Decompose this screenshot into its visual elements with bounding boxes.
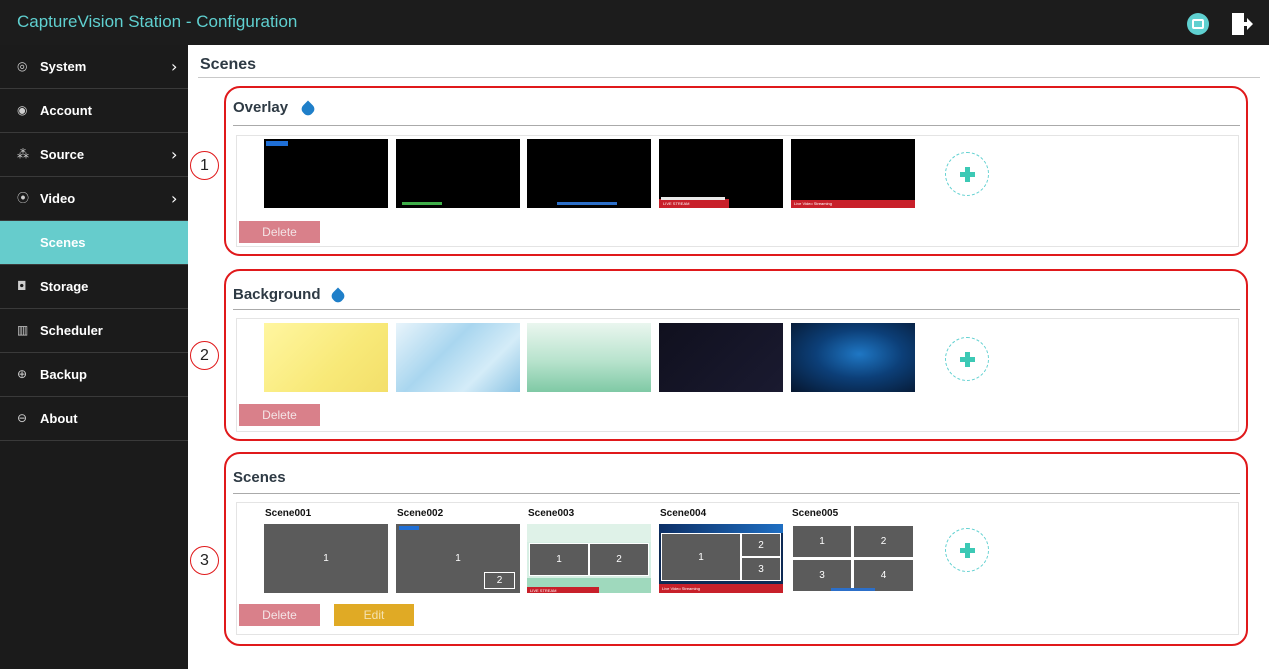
- overlay-thumbnail[interactable]: Live Video Streaming: [791, 139, 915, 208]
- scene-thumbnail[interactable]: 1: [264, 524, 388, 593]
- add-background-button[interactable]: [945, 337, 989, 381]
- sidebar-item-label: Account: [40, 103, 92, 118]
- scene-cell: 2: [589, 543, 649, 576]
- scene-caption: LIVE STREAM: [530, 588, 557, 593]
- scenes-section-title: Scenes: [233, 469, 286, 486]
- scene-cell: 2: [853, 525, 914, 558]
- delete-background-button[interactable]: Delete: [239, 404, 320, 426]
- sidebar-item-video[interactable]: ⦿ Video ›: [0, 177, 188, 221]
- scene-thumbnail[interactable]: 1 2 3 Live Video Streaming: [659, 524, 783, 593]
- background-thumbnail[interactable]: [264, 323, 388, 392]
- scene-cell: 1: [529, 543, 589, 576]
- scene-thumbnail[interactable]: 1 2 3 4: [791, 524, 915, 593]
- add-scene-button[interactable]: [945, 528, 989, 572]
- sidebar-item-storage[interactable]: ◘ Storage: [0, 265, 188, 309]
- sidebar-item-scheduler[interactable]: ▥ Scheduler: [0, 309, 188, 353]
- plus-icon: [960, 542, 975, 558]
- background-section-title: Background: [233, 286, 321, 303]
- background-thumbnail[interactable]: [527, 323, 651, 392]
- app-title: CaptureVision Station - Configuration: [17, 12, 298, 31]
- preview-icon[interactable]: [1187, 13, 1209, 35]
- scene-thumbnail[interactable]: 1 2: [396, 524, 520, 593]
- divider: [198, 77, 1260, 78]
- scene-cell: 3: [741, 557, 781, 581]
- scene-name: Scene001: [265, 508, 312, 519]
- plus-icon: [960, 351, 975, 367]
- divider: [233, 125, 1240, 126]
- overlay-thumbnail[interactable]: LIVE STREAM: [659, 139, 783, 208]
- plus-icon: [960, 166, 975, 182]
- divider: [233, 493, 1240, 494]
- sidebar-item-label: About: [40, 411, 78, 426]
- sidebar-item-backup[interactable]: ⊕ Backup: [0, 353, 188, 397]
- divider: [233, 309, 1240, 310]
- sidebar-item-label: System: [40, 59, 87, 74]
- page-title: Scenes: [200, 56, 257, 73]
- callout-badge: 3: [190, 546, 219, 575]
- overlay-section-title: Overlay: [233, 99, 289, 116]
- hierarchy-icon: ⁂: [17, 147, 29, 161]
- overlay-thumbnail[interactable]: [396, 139, 520, 208]
- chevron-right-icon: ›: [171, 57, 178, 76]
- scene-cell: 1: [264, 524, 388, 593]
- scene-thumbnail[interactable]: 1 2 LIVE STREAM: [527, 524, 651, 593]
- cloud-upload-icon: ⊕: [17, 367, 28, 381]
- chevron-right-icon: ›: [171, 189, 178, 208]
- logout-icon[interactable]: [1232, 13, 1253, 35]
- scene-caption: Live Video Streaming: [662, 586, 700, 591]
- scene-cell: 1: [792, 525, 852, 558]
- scene-cell: 2: [741, 533, 781, 557]
- sidebar-item-about[interactable]: ⊖ About: [0, 397, 188, 441]
- overlay-caption: Live Video Streaming: [794, 201, 832, 206]
- sidebar-item-scenes[interactable]: Scenes: [0, 221, 188, 265]
- scene-cell: 1: [661, 533, 741, 581]
- sidebar-item-source[interactable]: ⁂ Source ›: [0, 133, 188, 177]
- delete-overlay-button[interactable]: Delete: [239, 221, 320, 243]
- top-bar: CaptureVision Station - Configuration: [0, 0, 1269, 45]
- storage-icon: ◘: [17, 279, 27, 293]
- user-circle-icon: ◉: [17, 103, 28, 117]
- sidebar-item-system[interactable]: ◎ System ›: [0, 45, 188, 89]
- edit-scene-button[interactable]: Edit: [334, 604, 414, 626]
- background-thumbnail[interactable]: [396, 323, 520, 392]
- scene-name: Scene004: [660, 508, 707, 519]
- sidebar-item-label: Backup: [40, 367, 87, 382]
- sidebar-item-label: Scheduler: [40, 323, 103, 338]
- sidebar-item-label: Video: [40, 191, 76, 206]
- overlay-caption: LIVE STREAM: [663, 201, 690, 206]
- callout-badge: 1: [190, 151, 219, 180]
- info-circle-icon: ⊖: [17, 411, 28, 425]
- background-thumbnail[interactable]: [791, 323, 915, 392]
- scene-name: Scene002: [397, 508, 444, 519]
- scene-cell: 2: [484, 572, 515, 589]
- add-overlay-button[interactable]: [945, 152, 989, 196]
- overlay-thumbnail[interactable]: [527, 139, 651, 208]
- sidebar: ◎ System › ◉ Account ⁂ Source › ⦿ Video …: [0, 45, 188, 669]
- radio-dot-icon: ⦿: [17, 191, 30, 205]
- sidebar-item-account[interactable]: ◉ Account: [0, 89, 188, 133]
- scene-name: Scene003: [528, 508, 575, 519]
- sidebar-item-label: Source: [40, 147, 85, 162]
- scene-name: Scene005: [792, 508, 839, 519]
- sidebar-item-label: Scenes: [40, 235, 86, 250]
- sidebar-item-label: Storage: [40, 279, 89, 294]
- background-thumbnail[interactable]: [659, 323, 783, 392]
- callout-badge: 2: [190, 341, 219, 370]
- scheduler-icon: ▥: [17, 323, 29, 337]
- chevron-right-icon: ›: [171, 145, 178, 164]
- circle-target-icon: ◎: [17, 59, 28, 73]
- overlay-thumbnail[interactable]: [264, 139, 388, 208]
- delete-scene-button[interactable]: Delete: [239, 604, 320, 626]
